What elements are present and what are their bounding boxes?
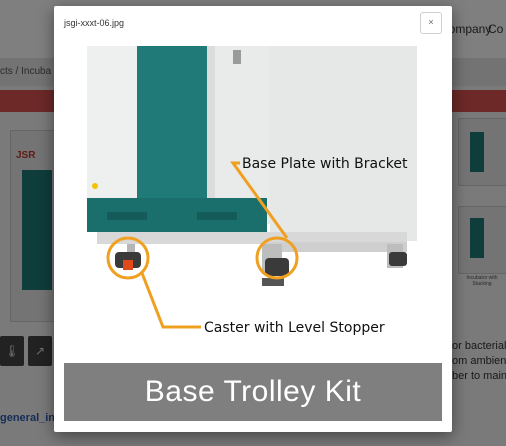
callout-base-plate: Base Plate with Bracket [242,156,408,172]
image-banner-title: Base Trolley Kit [64,363,442,421]
product-photo: Base Plate with Bracket Caster with Leve… [87,46,419,368]
close-button[interactable]: × [420,12,442,34]
modal-title: jsgi-xxxt-06.jpg [64,18,125,28]
callout-caster: Caster with Level Stopper [204,320,385,336]
image-lightbox: jsgi-xxxt-06.jpg × Base Plate with Brack… [54,6,452,432]
